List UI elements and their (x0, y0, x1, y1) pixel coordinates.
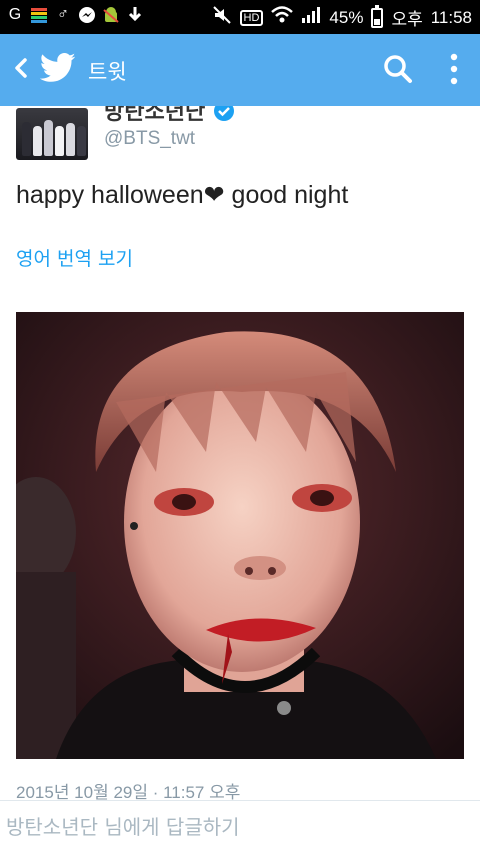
avatar-figure (22, 122, 31, 156)
author-name[interactable]: 방탄소년단 (104, 106, 205, 126)
android-debug-icon (102, 6, 120, 24)
messenger-icon (78, 6, 96, 24)
wifi-icon (271, 6, 294, 29)
halloween-portrait-image (16, 312, 464, 759)
avatar-figure (77, 126, 86, 156)
signal-icon (301, 6, 321, 29)
app-notification-icon: G (8, 6, 22, 23)
twitter-bird-icon (40, 53, 76, 82)
tweet-detail: 방탄소년단 @BTS_twt happy halloween❤ good nig… (0, 106, 480, 800)
download-icon (126, 6, 144, 24)
avatar-figure (44, 120, 53, 156)
more-options-icon[interactable] (448, 52, 460, 86)
status-bar: G ♂ HD 45% 오후 11:58 (0, 0, 480, 34)
tweet-text: happy halloween❤ good night (16, 181, 349, 209)
tweet-timestamp: 2015년 10월 29일 · 11:57 오후 (16, 783, 241, 800)
back-arrow-icon[interactable] (10, 56, 34, 80)
battery-level-fill (374, 18, 381, 25)
notification-icons: G ♂ (6, 6, 144, 24)
avatar-figure (66, 123, 75, 156)
author-handle[interactable]: @BTS_twt (104, 128, 195, 150)
clock: 11:58 (430, 7, 472, 27)
hd-icon: HD (239, 9, 264, 26)
app-bar: 트윗 (0, 34, 480, 106)
page-title: 트윗 (88, 60, 127, 84)
avatar-figure (55, 126, 64, 156)
reply-bar: 방탄소년단 님에게 답글하기 (0, 800, 480, 854)
tweet-photo[interactable] (16, 312, 464, 759)
avatar-figure (33, 126, 42, 156)
verified-badge-icon (214, 106, 234, 121)
ampm-label: 오후 (391, 10, 423, 29)
male-symbol-icon: ♂ (57, 6, 69, 23)
search-icon[interactable] (383, 54, 413, 84)
avatar[interactable] (16, 108, 88, 160)
status-indicators: HD 45% 오후 11:58 (212, 4, 472, 30)
translate-link[interactable]: 영어 번역 보기 (16, 244, 133, 271)
colorful-app-icon (30, 6, 48, 24)
reply-input[interactable]: 방탄소년단 님에게 답글하기 (6, 811, 240, 840)
battery-icon (371, 4, 384, 28)
battery-percent: 45% (329, 7, 364, 27)
mute-icon (212, 5, 232, 30)
